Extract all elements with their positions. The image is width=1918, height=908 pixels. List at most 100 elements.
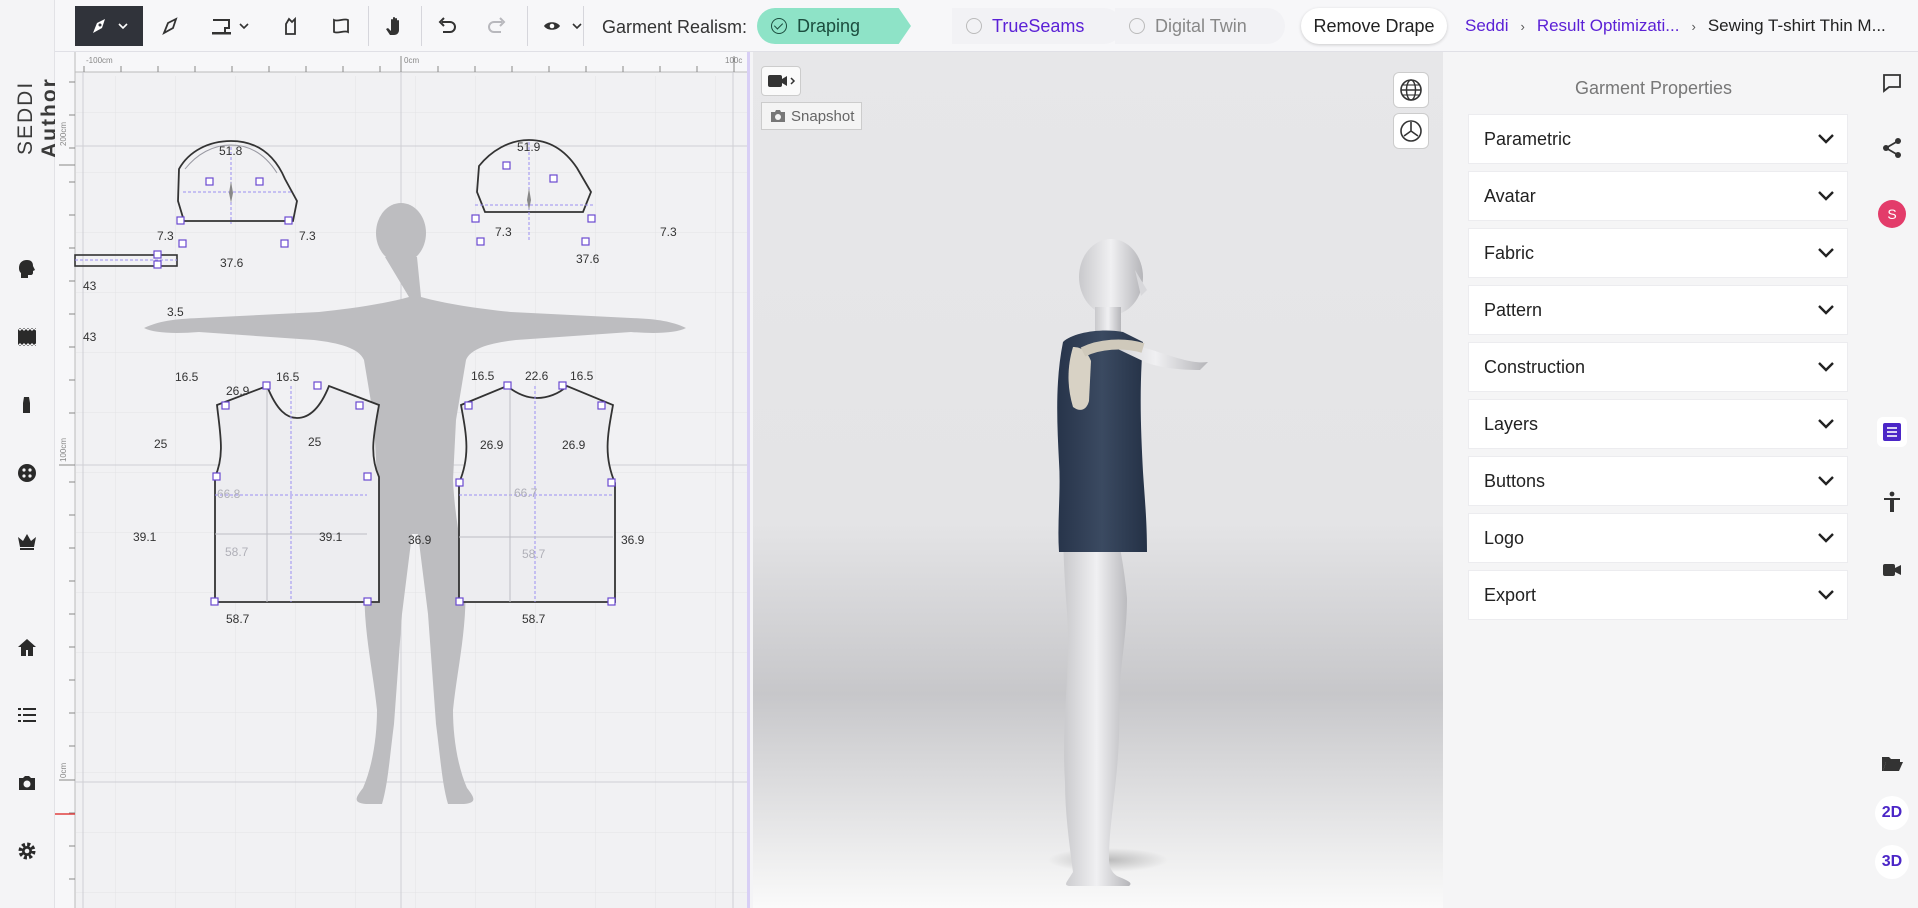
camera-icon [771, 110, 785, 122]
dim-label: 22.6 [525, 369, 549, 383]
dim-label: 66.7 [514, 486, 538, 500]
head-icon[interactable] [14, 256, 40, 282]
accordion-parametric[interactable]: Parametric [1468, 114, 1848, 164]
avatar-pose-icon[interactable] [1877, 487, 1907, 517]
crown-icon[interactable] [14, 528, 40, 554]
dim-label: 16.5 [175, 370, 199, 384]
piece-icon[interactable] [14, 392, 40, 418]
dim-label: 36.9 [408, 533, 432, 547]
curve-pen-icon[interactable] [150, 6, 192, 46]
button-icon[interactable] [14, 460, 40, 486]
globe-view-button[interactable] [1393, 72, 1429, 108]
dim-label: 58.7 [225, 545, 249, 559]
dim-label: 37.6 [220, 256, 244, 270]
accordion-label: Layers [1484, 413, 1539, 434]
accordion-label: Fabric [1484, 242, 1535, 263]
dim-label: 26.9 [480, 438, 504, 452]
user-avatar[interactable]: S [1878, 200, 1906, 228]
dim-label: 39.1 [319, 530, 343, 544]
ruler-top [55, 52, 747, 72]
avatar-3d-model [1048, 239, 1208, 886]
ruler-top-label: 0cm [404, 56, 419, 65]
snapshot-button[interactable]: Snapshot [761, 102, 863, 130]
view-2d-button[interactable]: 2D [1875, 796, 1909, 830]
camera-menu-button[interactable] [761, 66, 801, 96]
view-3d-button[interactable]: 3D [1875, 845, 1909, 879]
visibility-eye-icon[interactable] [533, 6, 599, 46]
dim-label: 58.7 [226, 612, 250, 626]
draping-mode-chip[interactable]: Draping [757, 8, 911, 44]
dim-label: 37.6 [576, 252, 600, 266]
accordion-buttons[interactable]: Buttons [1468, 456, 1848, 506]
accordion-label: Construction [1484, 356, 1586, 377]
chevron-down-icon [1817, 186, 1835, 207]
accordion-avatar[interactable]: Avatar [1468, 171, 1848, 221]
accordion-label: Logo [1484, 527, 1525, 548]
dim-label: 25 [154, 437, 168, 451]
shape-edit-icon[interactable] [320, 6, 362, 46]
accordion-fabric[interactable]: Fabric [1468, 228, 1848, 278]
trueseams-mode-chip[interactable]: TrueSeams [952, 8, 1122, 44]
breadcrumb-seddi[interactable]: Seddi [1465, 16, 1508, 36]
dim-label: 3.5 [167, 305, 184, 319]
dim-label: 43 [83, 279, 97, 293]
axes-view-button[interactable] [1393, 113, 1429, 149]
dim-label: 7.3 [660, 225, 677, 239]
dim-label: 58.7 [522, 547, 546, 561]
accordion-construction[interactable]: Construction [1468, 342, 1848, 392]
digital-twin-mode-chip[interactable]: Digital Twin [1115, 8, 1285, 44]
hand-pan-icon[interactable] [373, 6, 415, 46]
dim-label: 7.3 [495, 225, 512, 239]
radio-circle-icon [966, 18, 982, 34]
check-circle-icon [771, 18, 787, 34]
comment-icon[interactable] [1877, 68, 1907, 98]
chevron-down-icon [1817, 300, 1835, 321]
pen-tool-icon[interactable] [75, 6, 143, 46]
viewport-3d[interactable]: Snapshot [753, 52, 1443, 908]
chevron-down-icon [1817, 243, 1835, 264]
dim-label: 43 [83, 330, 97, 344]
accordion-label: Export [1484, 584, 1537, 605]
chevron-down-icon [1817, 357, 1835, 378]
properties-panel-icon[interactable] [1877, 417, 1907, 447]
accordion-layers[interactable]: Layers [1468, 399, 1848, 449]
pattern-2d-canvas[interactable]: -100cm 0cm 100c 200cm 100cm 0cm 51.8 7.3… [55, 52, 750, 908]
accordion-logo[interactable]: Logo [1468, 513, 1848, 563]
dim-label: 36.9 [621, 533, 645, 547]
ruler-top-label: -100cm [86, 56, 113, 65]
settings-icon[interactable] [14, 838, 40, 864]
chevron-right-icon: › [1691, 18, 1696, 34]
breadcrumb-result[interactable]: Result Optimizati... [1537, 16, 1680, 36]
undo-icon[interactable] [425, 6, 469, 46]
breadcrumb: Seddi › Result Optimizati... › Sewing T-… [1465, 16, 1886, 36]
dim-label: 16.5 [471, 369, 495, 383]
accordion-pattern[interactable]: Pattern [1468, 285, 1848, 335]
right-sidebar: S 2D 3D [1864, 52, 1918, 908]
home-icon[interactable] [14, 635, 40, 661]
sewing-machine-icon[interactable] [200, 6, 262, 46]
accordion-label: Buttons [1484, 470, 1546, 491]
chevron-right-icon: › [1520, 18, 1525, 34]
top-toolbar: Garment Realism: Draping TrueSeams Digit… [55, 0, 1918, 52]
fabric-icon[interactable] [14, 324, 40, 350]
garment-properties-panel: Garment Properties Parametric Avatar Fabri… [1443, 52, 1864, 908]
chevron-down-icon [1817, 129, 1835, 150]
video-icon[interactable] [1877, 555, 1907, 585]
breadcrumb-current: Sewing T-shirt Thin M... [1707, 16, 1886, 35]
share-icon[interactable] [1877, 133, 1907, 163]
remove-drape-button[interactable]: Remove Drape [1301, 8, 1447, 44]
piece-shape-icon[interactable] [270, 6, 312, 46]
chevron-down-icon [1817, 471, 1835, 492]
radio-circle-icon [1129, 18, 1145, 34]
camera-icon[interactable] [14, 770, 40, 796]
folder-open-icon[interactable] [1877, 748, 1907, 778]
globe-icon [1400, 79, 1422, 101]
dim-label: 7.3 [157, 229, 174, 243]
list-icon[interactable] [14, 702, 40, 728]
redo-icon[interactable] [475, 6, 519, 46]
chevron-down-icon [1817, 414, 1835, 435]
dim-label: 58.7 [522, 612, 546, 626]
accordion-export[interactable]: Export [1468, 570, 1848, 620]
left-sidebar: SEDDI Author [0, 0, 61, 908]
chevron-down-icon [1817, 585, 1835, 606]
